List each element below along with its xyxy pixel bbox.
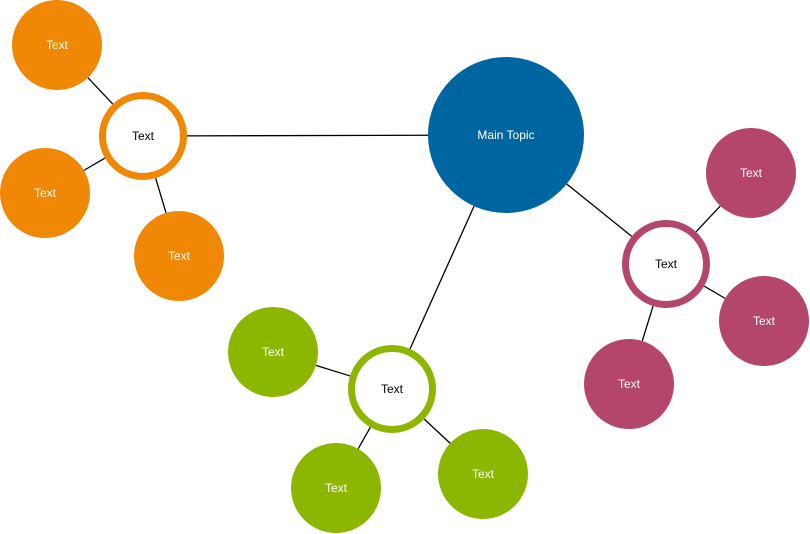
orange-leaf-label-3: Text	[168, 249, 191, 263]
connector-main-to-orange-hub	[186, 134, 429, 137]
nodes: Main Topic Text Text Text Text Text Text Text Te…	[0, 0, 809, 533]
connector-main-to-green-hub	[409, 205, 475, 350]
magenta-leaf-label-1: Text	[740, 166, 763, 180]
magenta-subtopic-node[interactable]: Text	[622, 220, 710, 308]
main-topic-node[interactable]: Main Topic	[428, 57, 584, 213]
connector-orange-hub-to-leaf-1	[87, 77, 114, 105]
connector-magenta-hub-to-leaf-2	[703, 285, 726, 299]
connector-main-to-magenta-hub	[566, 183, 633, 237]
magenta-leaf-label-2: Text	[753, 314, 776, 328]
connector-green-hub-to-leaf-3	[423, 418, 451, 444]
orange-subtopic-node[interactable]: Text	[99, 92, 187, 180]
connector-orange-hub-to-leaf-2	[83, 157, 106, 171]
magenta-leaf-node-2[interactable]: Text	[719, 276, 809, 366]
magenta-leaf-label-3: Text	[618, 377, 641, 391]
orange-leaf-node-3[interactable]: Text	[134, 211, 224, 301]
main-topic-label: Main Topic	[477, 128, 534, 142]
green-leaf-label-3: Text	[472, 467, 495, 481]
mind-map-canvas: Main Topic Text Text Text Text Text Text Text Te…	[0, 0, 809, 533]
orange-leaf-label-1: Text	[46, 38, 69, 52]
orange-subtopic-label: Text	[132, 129, 155, 143]
magenta-subtopic-label: Text	[655, 257, 678, 271]
green-leaf-node-1[interactable]: Text	[228, 307, 318, 397]
green-subtopic-label: Text	[381, 382, 404, 396]
green-subtopic-node[interactable]: Text	[348, 345, 436, 433]
green-leaf-label-2: Text	[325, 481, 348, 495]
orange-leaf-node-1[interactable]: Text	[12, 0, 102, 90]
orange-leaf-node-2[interactable]: Text	[0, 148, 90, 238]
magenta-leaf-node-1[interactable]: Text	[706, 128, 796, 218]
connector-green-hub-to-leaf-1	[315, 364, 351, 377]
orange-leaf-label-2: Text	[34, 186, 57, 200]
green-leaf-node-3[interactable]: Text	[438, 429, 528, 519]
green-leaf-label-1: Text	[262, 345, 285, 359]
magenta-leaf-node-3[interactable]: Text	[584, 339, 674, 429]
green-leaf-node-2[interactable]: Text	[291, 443, 381, 533]
connector-green-hub-to-leaf-2	[357, 426, 371, 450]
connector-magenta-hub-to-leaf-1	[695, 205, 721, 233]
connector-orange-hub-to-leaf-3	[155, 177, 167, 214]
connector-magenta-hub-to-leaf-3	[641, 305, 654, 342]
